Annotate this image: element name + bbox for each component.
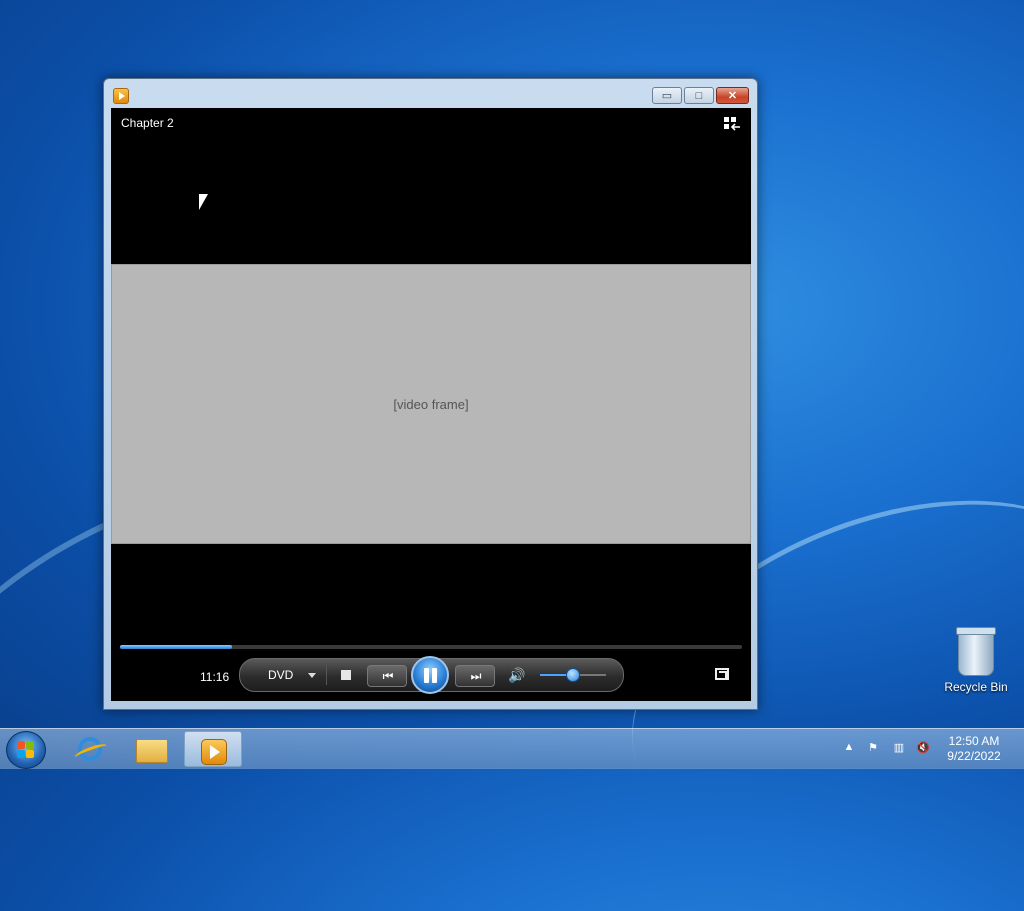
wmp-icon xyxy=(201,739,227,765)
divider xyxy=(326,665,327,685)
stop-button[interactable] xyxy=(341,670,351,680)
minimize-button[interactable]: ▭ xyxy=(652,87,682,104)
show-hidden-icons-button[interactable]: ▲ xyxy=(842,741,856,755)
seek-bar-progress xyxy=(120,645,232,649)
clock-time: 12:50 AM xyxy=(948,734,1000,748)
volume-muted-icon[interactable]: 🔇 xyxy=(916,741,930,755)
elapsed-time: 11:16 xyxy=(200,670,230,684)
seek-bar[interactable] xyxy=(120,645,742,649)
playback-controls: DVD ⏮ ⏭ 🔊 xyxy=(239,656,624,694)
dvd-menu-button[interactable]: DVD xyxy=(268,668,293,682)
windows-logo-icon xyxy=(17,750,25,758)
maximize-button[interactable]: □ xyxy=(684,87,714,104)
previous-button[interactable]: ⏮ xyxy=(367,665,407,687)
close-button[interactable]: ✕ xyxy=(716,87,749,104)
clock-date: 9/22/2022 xyxy=(947,749,1001,763)
pause-button[interactable] xyxy=(411,656,449,694)
taskbar-app-media-player[interactable] xyxy=(184,731,242,767)
taskbar: ▲ ⚑ ▥ 🔇 12:50 AM 9/22/2022 xyxy=(0,728,1024,769)
mouse-cursor-icon xyxy=(199,194,208,210)
recycle-bin-icon xyxy=(956,627,996,676)
fullscreen-icon[interactable] xyxy=(715,668,729,680)
chapter-label: Chapter 2 xyxy=(121,116,174,130)
windows-logo-icon xyxy=(17,741,25,749)
folder-icon xyxy=(136,739,168,763)
windows-media-player-icon[interactable] xyxy=(113,88,129,104)
network-icon[interactable]: ▥ xyxy=(892,741,906,755)
title-bar[interactable]: ▭ □ ✕ xyxy=(104,79,757,107)
video-frame[interactable]: [video frame] xyxy=(111,264,751,544)
next-button[interactable]: ⏭ xyxy=(455,665,495,687)
media-player-window: ▭ □ ✕ Chapter 2 [video frame] 11:16 DVD … xyxy=(103,78,758,710)
chevron-down-icon[interactable] xyxy=(308,673,316,678)
video-frame-placeholder: [video frame] xyxy=(393,396,469,412)
taskbar-app-windows-explorer[interactable] xyxy=(122,731,180,767)
taskbar-app-internet-explorer[interactable] xyxy=(62,731,120,767)
desktop-icon-label: Recycle Bin xyxy=(944,680,1008,694)
video-area[interactable]: Chapter 2 [video frame] 11:16 DVD ⏮ ⏭ 🔊 xyxy=(111,108,751,701)
mute-button[interactable]: 🔊 xyxy=(508,667,525,684)
volume-slider-handle[interactable] xyxy=(565,668,580,682)
ie-icon xyxy=(78,737,102,761)
clock[interactable]: 12:50 AM 9/22/2022 xyxy=(943,734,1005,764)
start-button[interactable] xyxy=(6,731,46,769)
action-center-flag-icon[interactable]: ⚑ xyxy=(866,741,880,755)
switch-to-library-icon[interactable] xyxy=(723,116,741,132)
desktop-icon-recycle-bin[interactable]: Recycle Bin xyxy=(940,627,1012,694)
windows-logo-icon xyxy=(26,741,34,749)
windows-logo-icon xyxy=(26,750,34,758)
